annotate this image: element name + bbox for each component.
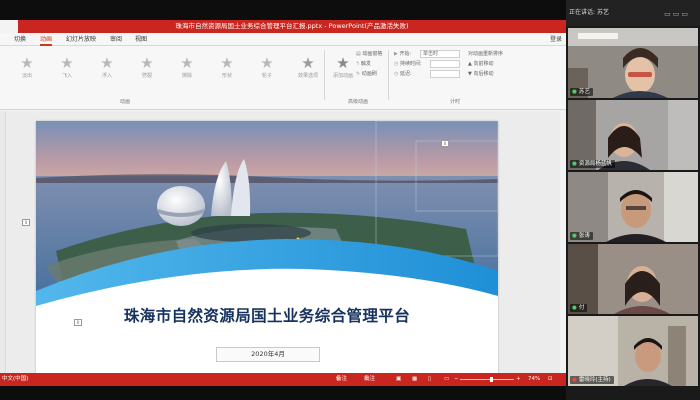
tab-review[interactable]: 审阅 — [110, 33, 122, 46]
effect-fly-in[interactable]: ★ 飞入 — [52, 54, 82, 90]
ribbon-separator — [388, 50, 389, 100]
star-plus-icon: ★ — [336, 54, 350, 72]
screen: 珠海市自然资源局国土业务综合管理平台汇报.pptx - PowerPoint(产… — [0, 0, 700, 400]
zoom-level[interactable]: 74% — [528, 373, 540, 386]
animation-pane-button[interactable]: ▤ 动画窗格 — [356, 50, 382, 58]
tab-slideshow[interactable]: 幻灯片放映 — [66, 33, 96, 46]
animation-marker[interactable]: 0 — [22, 219, 30, 226]
video-tile-participant-2[interactable]: ● 资源局杨蓝帆 — [568, 100, 698, 170]
star-icon: ★ — [20, 54, 34, 72]
speaking-name: 苏艺 — [596, 9, 609, 16]
sign-in-link[interactable]: 登录 — [550, 33, 562, 46]
panel-view-icons[interactable]: ▭▭▭ — [664, 10, 690, 18]
video-tile-participant-1[interactable]: ● 苏艺 — [568, 28, 698, 98]
animation-marker[interactable]: 0 — [441, 140, 449, 147]
mic-muted-icon: ● — [572, 377, 577, 383]
star-icon: ★ — [140, 54, 154, 72]
duration-label: ◷ 持续时间: — [394, 61, 422, 67]
mic-icon: ● — [572, 161, 577, 167]
zoom-slider[interactable] — [460, 377, 514, 382]
star-icon: ★ — [220, 54, 234, 72]
slide-date-box[interactable]: 2020年4月 — [216, 347, 320, 362]
group-label-advanced-animation: 高级动画 — [347, 99, 368, 105]
delay-label: ◷ 延迟: — [394, 71, 412, 77]
participant-name-label: ● 张涛 — [570, 232, 593, 240]
slide[interactable]: 0 0 珠海市自然资源局国土业务综合管理平台 2020年4月 — [36, 121, 498, 373]
delay-input[interactable] — [430, 70, 460, 78]
mic-icon: ● — [572, 305, 577, 311]
effect-float-in[interactable]: ★ 浮入 — [92, 54, 122, 90]
reading-view-icon[interactable]: ▯ — [428, 373, 431, 386]
participant-name-label: ● 雷晓玲(主持) — [570, 376, 614, 384]
participant-video — [568, 244, 698, 314]
mic-icon: ● — [572, 233, 577, 239]
effect-shape[interactable]: ★ 形状 — [212, 54, 242, 90]
language-indicator[interactable]: 中文(中国) — [2, 373, 28, 386]
slide-sorter-icon[interactable]: ▦ — [412, 373, 417, 386]
move-later-button[interactable]: ▼ 向后移动 — [468, 70, 493, 78]
zoom-in-icon[interactable]: + — [516, 373, 521, 386]
video-tile-participant-5[interactable]: ● 雷晓玲(主持) — [568, 316, 698, 386]
participant-name-label: ● 资源局杨蓝帆 — [570, 160, 615, 168]
ribbon: ★ 淡出 ★ 飞入 ★ 浮入 ★ 劈裂 ★ 擦除 ★ 形状 ★ 轮子 ★ 效果选项 ★ 添加动画 … — [0, 46, 566, 110]
add-animation-button[interactable]: ★ 添加动画 — [328, 54, 358, 90]
star-icon: ★ — [60, 54, 74, 72]
star-icon: ★ — [301, 54, 315, 72]
tab-view[interactable]: 视图 — [135, 33, 147, 46]
ribbon-separator — [324, 50, 325, 100]
slideshow-icon[interactable]: ▭ — [444, 373, 449, 386]
zoom-slider-thumb[interactable] — [489, 377, 493, 382]
fit-to-window-icon[interactable]: ⊡ — [548, 373, 553, 386]
trigger-button[interactable]: ϟ 触发 — [356, 60, 371, 68]
slide-title[interactable]: 珠海市自然资源局国土业务综合管理平台 — [36, 304, 498, 326]
reorder-label: 对动画重新排序 — [468, 51, 504, 57]
star-icon: ★ — [100, 54, 114, 72]
participant-name-label: ● 苏艺 — [570, 88, 593, 96]
window-title: 珠海市自然资源局国土业务综合管理平台汇报.pptx - PowerPoint(产… — [18, 20, 566, 33]
mic-icon: ● — [572, 89, 577, 95]
slide-background-art — [36, 121, 498, 373]
animation-painter-button[interactable]: ✎ 动画刷 — [356, 70, 377, 78]
video-tile-participant-3[interactable]: ● 张涛 — [568, 172, 698, 242]
group-label-animation: 动画 — [119, 99, 130, 105]
move-earlier-button[interactable]: ▲ 向前移动 — [468, 60, 493, 68]
effect-wheel[interactable]: ★ 轮子 — [252, 54, 282, 90]
ribbon-tabs: 切换 动画 幻灯片放映 审阅 视图 登录 — [0, 33, 566, 46]
tab-animations[interactable]: 动画 — [40, 33, 53, 46]
star-icon: ★ — [260, 54, 274, 72]
start-label: ▶ 开始: — [394, 51, 412, 57]
slide-editing-area: 0 0 0 珠海市自然资源局国土业务综合管理平台 2020年4月 — [6, 111, 560, 373]
normal-view-icon[interactable]: ▣ — [396, 373, 401, 386]
status-bar: 中文(中国) ≡ 备注 ▭ 批注 ▣ ▦ ▯ ▭ − + 74% ⊡ — [0, 373, 566, 386]
duration-input[interactable] — [430, 60, 460, 68]
effect-fade[interactable]: ★ 淡出 — [12, 54, 42, 90]
group-label-timing: 计时 — [449, 99, 460, 105]
participant-name-label: ● 付 — [570, 304, 588, 312]
tab-transitions[interactable]: 切换 — [14, 33, 26, 46]
video-tile-participant-4[interactable]: ● 付 — [568, 244, 698, 314]
zoom-out-icon[interactable]: − — [454, 373, 459, 386]
star-icon: ★ — [180, 54, 194, 72]
effect-split[interactable]: ★ 劈裂 — [132, 54, 162, 90]
start-select[interactable]: 单击时 — [420, 50, 460, 58]
effect-options-button[interactable]: ★ 效果选项 — [293, 54, 323, 90]
powerpoint-window: 珠海市自然资源局国土业务综合管理平台汇报.pptx - PowerPoint(产… — [0, 20, 566, 386]
effect-wipe[interactable]: ★ 擦除 — [172, 54, 202, 90]
desktop-band — [0, 386, 566, 400]
meeting-panel: 正在讲话: 苏艺 ▭▭▭ ● 苏艺 ● 资源局杨蓝帆 ● 张涛 ● 付 ● 雷晓… — [566, 0, 700, 400]
